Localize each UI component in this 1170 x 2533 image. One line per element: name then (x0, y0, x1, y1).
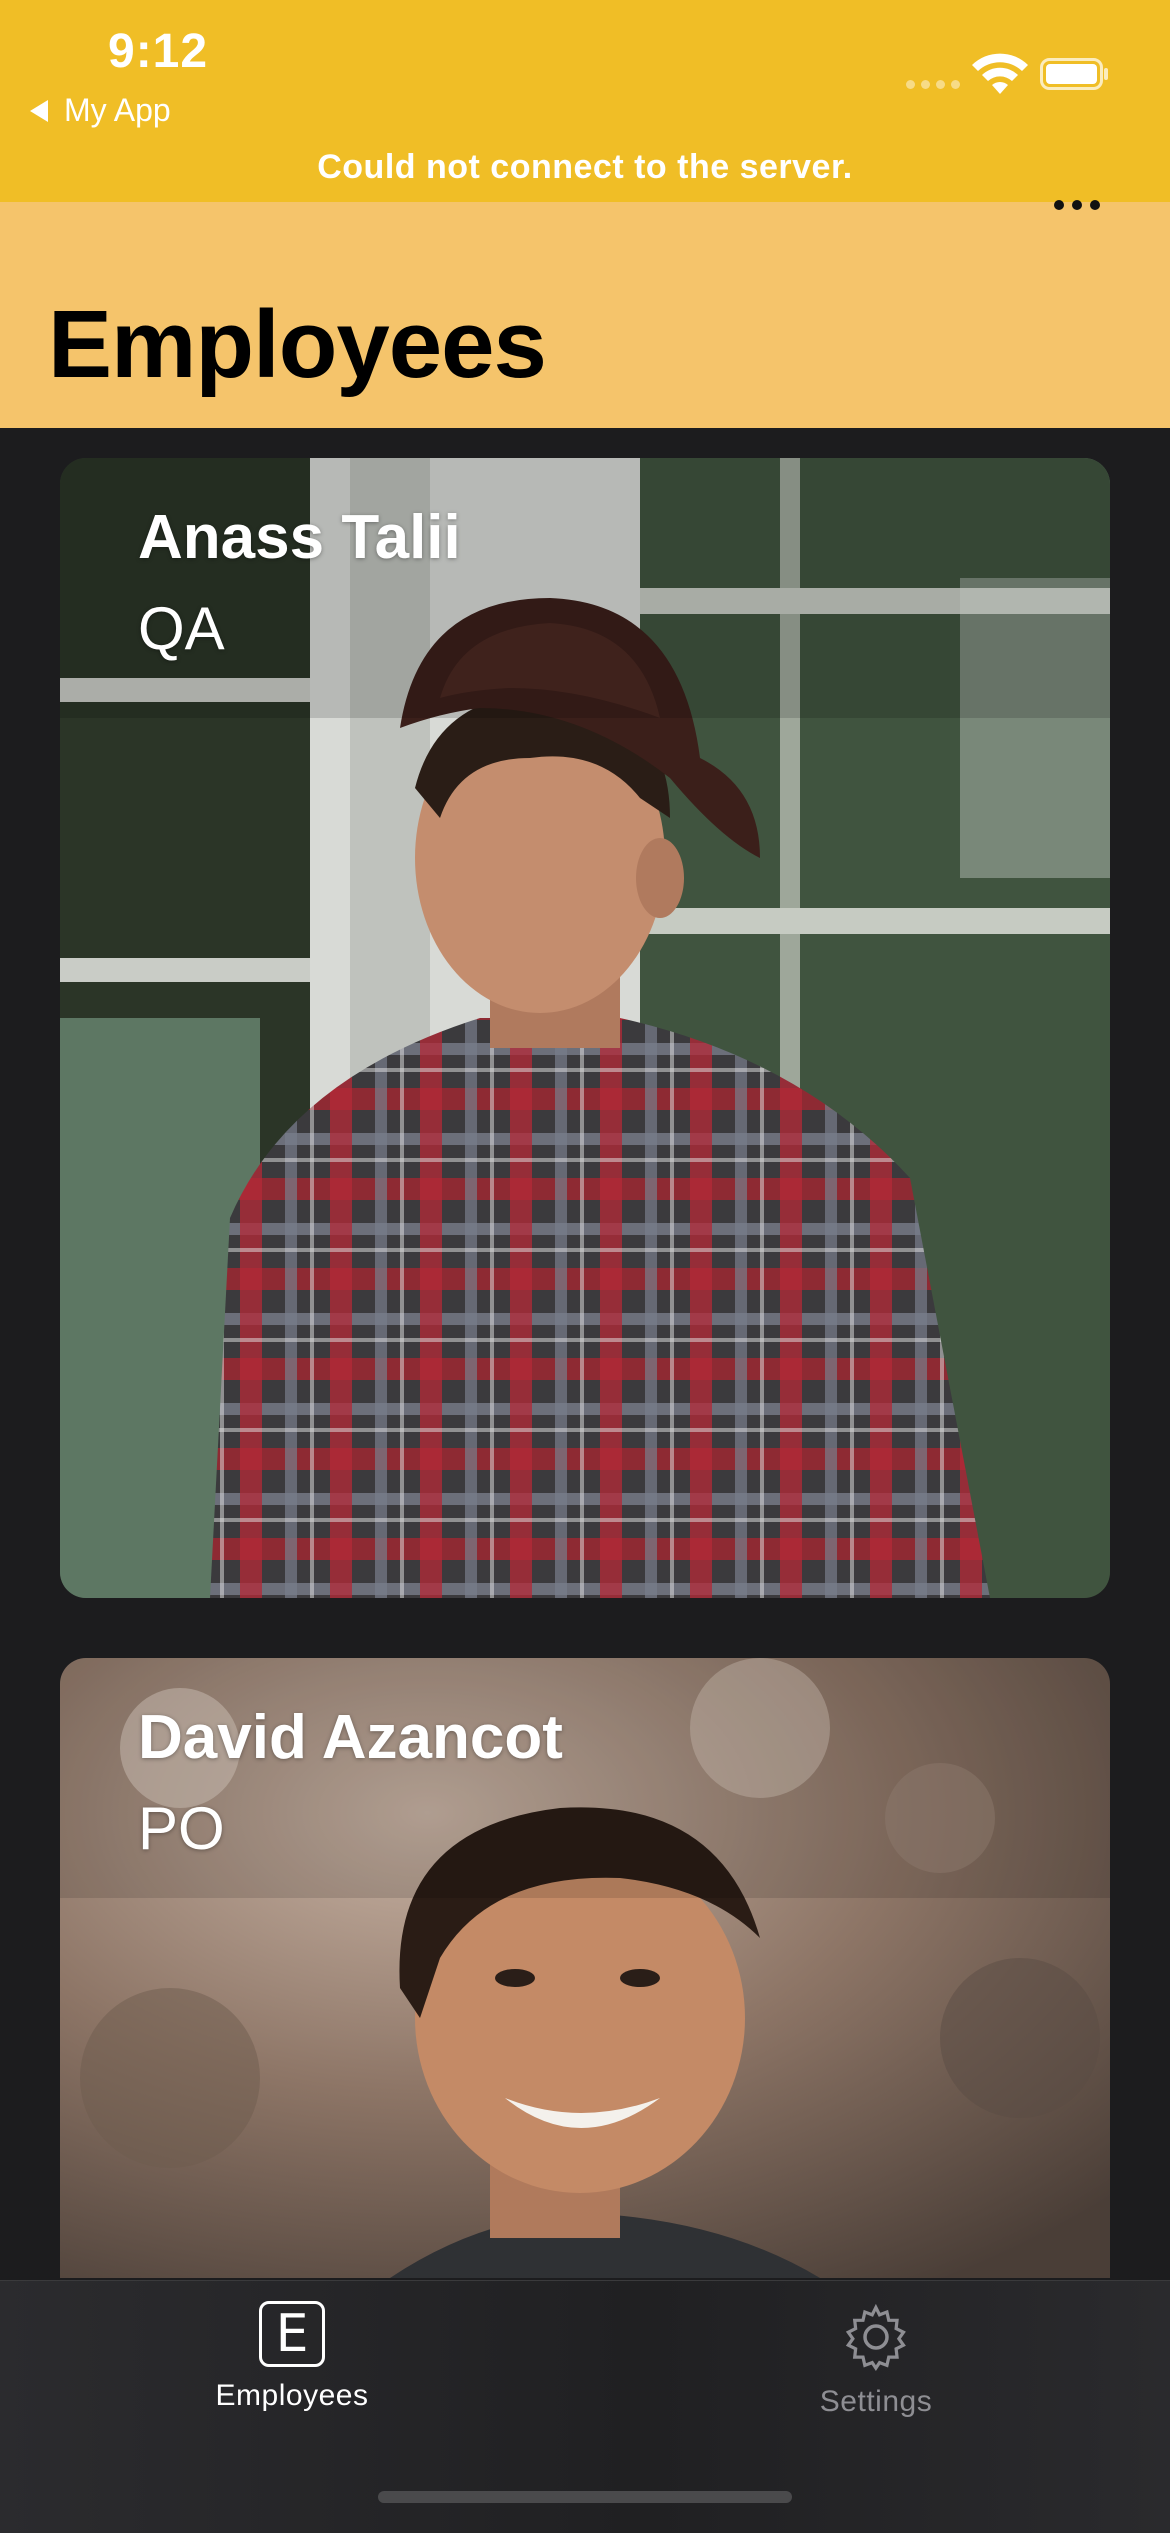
ellipsis-icon (1054, 200, 1064, 210)
tab-label: Settings (819, 2385, 933, 2418)
tab-settings[interactable]: Settings (726, 2301, 1026, 2419)
employee-role: PO (138, 1795, 225, 1862)
wifi-icon (972, 53, 1028, 94)
battery-icon (1040, 58, 1108, 90)
status-time: 9:12 (108, 25, 209, 78)
employee-name: Anass Talii (138, 503, 461, 572)
home-indicator[interactable] (378, 2491, 792, 2503)
back-triangle-icon (30, 99, 48, 122)
tab-bar: E Employees Settings (0, 2280, 1170, 2533)
tab-employees[interactable]: E Employees (142, 2301, 442, 2413)
tab-label: Employees (215, 2379, 369, 2412)
employee-card[interactable]: Anass Talii QA (60, 458, 1110, 1598)
status-bar: 9:12 My App Could not connect to the ser… (0, 0, 1170, 202)
page-title: Employees (48, 291, 547, 398)
employee-name: David Azancot (138, 1703, 563, 1772)
employees-tab-icon: E (259, 2301, 325, 2367)
employee-role: QA (138, 595, 225, 662)
employee-card[interactable]: David Azancot PO (60, 1658, 1110, 2278)
gear-icon (845, 2303, 906, 2372)
cellular-signal-icon (906, 80, 960, 89)
back-app-label: My App (64, 92, 171, 128)
more-options-button[interactable] (1054, 200, 1100, 210)
back-to-app-button[interactable]: My App (30, 92, 171, 129)
connection-error-banner: Could not connect to the server. (317, 148, 853, 186)
